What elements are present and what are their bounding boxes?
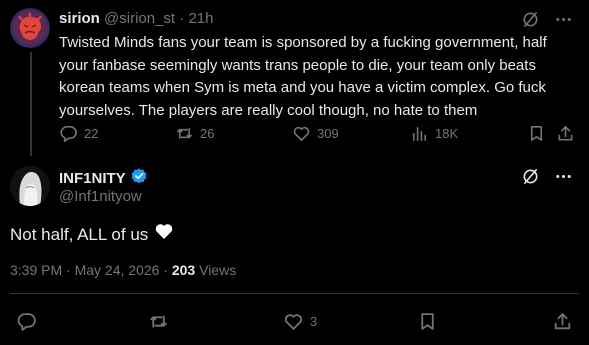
post-meta: 3:39 PM · May 24, 2026 · 203 Views: [10, 261, 236, 279]
share-icon: [554, 312, 571, 329]
tweet-text: Twisted Minds fans your team is sponsore…: [59, 34, 547, 119]
bookmark-button[interactable]: [527, 122, 546, 144]
reply-button[interactable]: 22: [59, 122, 98, 144]
author-handle[interactable]: @Inf1nityow: [59, 187, 142, 206]
repost-icon: [150, 314, 167, 328]
bookmark-button[interactable]: [417, 310, 438, 332]
reply-count: 22: [84, 125, 99, 141]
author-name[interactable]: INF1NITY: [59, 169, 126, 188]
share-button[interactable]: [552, 310, 573, 332]
main-post-text: Not half, ALL of us: [10, 224, 149, 244]
like-button[interactable]: 3: [283, 310, 317, 332]
heart-icon: [293, 126, 310, 141]
reply-icon: [60, 125, 77, 142]
tweet-actions: 22 26 309 18K: [59, 122, 579, 144]
separator: ·: [179, 10, 185, 27]
author-name[interactable]: sirion: [59, 10, 100, 27]
like-button[interactable]: 309: [292, 122, 339, 144]
author-handle[interactable]: @sirion_st: [104, 10, 175, 27]
repost-button[interactable]: [148, 310, 169, 332]
grok-icon[interactable]: [521, 10, 540, 34]
share-icon: [558, 125, 573, 140]
views-label: Views: [199, 262, 237, 278]
main-post-text-row: Not half, ALL of us: [10, 221, 174, 248]
tweet-time[interactable]: 21h: [188, 10, 213, 27]
bookmark-icon: [421, 312, 434, 330]
avatar[interactable]: [10, 166, 50, 206]
parent-tweet[interactable]: sirion @sirion_st · 21h Twisted Minds fa…: [0, 0, 589, 156]
more-icon[interactable]: [554, 167, 573, 191]
repost-button[interactable]: 26: [175, 122, 214, 144]
grok-icon[interactable]: [521, 167, 540, 191]
reply-icon: [17, 312, 36, 331]
avatar[interactable]: [10, 8, 50, 48]
like-count: 309: [317, 125, 339, 141]
views-button[interactable]: 18K: [410, 122, 458, 144]
tweet-top-icons: [521, 167, 573, 191]
views-count: 203: [171, 262, 196, 278]
main-post-header: INF1NITY @Inf1nityow: [0, 160, 589, 210]
heart-icon: [284, 313, 303, 330]
like-count: 3: [310, 313, 318, 329]
analytics-icon: [412, 126, 427, 141]
main-post-actions: 3: [0, 310, 589, 332]
post-timestamp[interactable]: 3:39 PM · May 24, 2026 ·: [10, 262, 168, 278]
thread-line: [30, 52, 32, 156]
reply-button[interactable]: [16, 310, 37, 332]
more-icon[interactable]: [554, 10, 573, 34]
tweet-top-icons: [521, 10, 573, 34]
share-button[interactable]: [556, 122, 575, 144]
repost-icon: [177, 127, 192, 139]
bookmark-icon: [530, 125, 543, 141]
white-heart-icon: [154, 221, 174, 248]
tweet-header: sirion @sirion_st · 21h: [59, 10, 213, 28]
repost-count: 26: [200, 125, 215, 141]
divider: [10, 293, 579, 294]
views-count: 18K: [435, 125, 459, 141]
